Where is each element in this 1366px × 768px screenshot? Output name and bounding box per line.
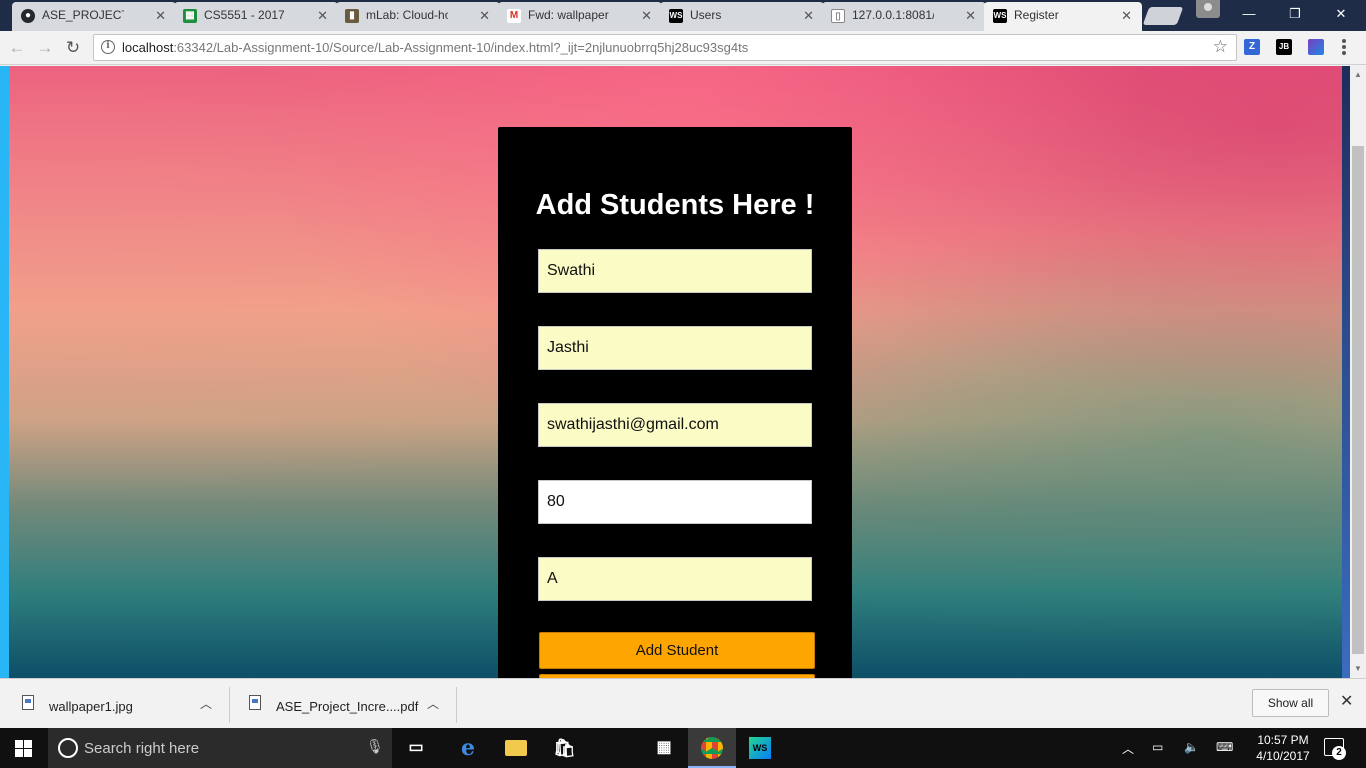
tab-strip: ● ASE_PROJECT/Incre ✕ ▦ CS5551 - 2017 Sp… bbox=[0, 0, 1366, 31]
search-placeholder: Search right here bbox=[84, 740, 200, 757]
tab-title: Fwd: wallpaper - sv bbox=[528, 8, 610, 22]
scroll-up-icon[interactable]: ▲ bbox=[1354, 70, 1362, 79]
close-icon[interactable]: ✕ bbox=[1340, 691, 1353, 711]
tab-gmail[interactable]: M Fwd: wallpaper - sv ✕ bbox=[498, 2, 662, 31]
url-text: localhost:63342/Lab-Assignment-10/Source… bbox=[122, 40, 749, 55]
info-icon[interactable]: i bbox=[101, 40, 115, 54]
last-name-input[interactable]: Jasthi bbox=[538, 326, 812, 370]
notification-count-badge: 2 bbox=[1332, 746, 1346, 760]
clock-time: 10:57 PM bbox=[1257, 733, 1309, 747]
extension-icon[interactable] bbox=[1308, 39, 1324, 55]
chrome-icon[interactable] bbox=[688, 728, 736, 768]
email-input[interactable]: swathijasthi@gmail.com bbox=[538, 403, 812, 447]
tab-title: CS5551 - 2017 Spr bbox=[204, 8, 286, 22]
edge-icon[interactable]: e bbox=[444, 728, 492, 768]
windows-start-icon[interactable] bbox=[15, 740, 32, 757]
back-icon[interactable]: ← bbox=[6, 37, 28, 59]
chevron-up-icon[interactable]: ︿ bbox=[200, 695, 212, 712]
task-view-icon[interactable]: ▭ bbox=[392, 728, 440, 768]
tab-users[interactable]: WS Users ✕ bbox=[660, 2, 824, 31]
close-icon[interactable]: ✕ bbox=[1121, 2, 1132, 29]
webstorm-icon: WS bbox=[669, 9, 683, 23]
grade-input[interactable]: A bbox=[538, 557, 812, 601]
background-edge bbox=[1342, 66, 1350, 678]
page-viewport: Add Students Here ! Swathi Jasthi swathi… bbox=[0, 66, 1350, 678]
bookmark-star-icon[interactable]: ☆ bbox=[1213, 37, 1228, 57]
close-icon[interactable]: ✕ bbox=[803, 2, 814, 29]
volume-icon[interactable]: 🔈 bbox=[1184, 740, 1199, 754]
close-icon[interactable]: ✕ bbox=[317, 2, 328, 29]
add-student-form: Add Students Here ! Swathi Jasthi swathi… bbox=[498, 127, 852, 678]
taskbar-search-box[interactable]: Search right here 🎙 bbox=[48, 728, 392, 768]
restore-icon[interactable]: ❐ bbox=[1272, 0, 1318, 29]
add-student-button[interactable]: Add Student bbox=[539, 632, 815, 669]
tab-sheets[interactable]: ▦ CS5551 - 2017 Spr ✕ bbox=[174, 2, 338, 31]
cortana-icon bbox=[58, 738, 78, 758]
chevron-up-icon[interactable]: ︿ bbox=[1122, 740, 1134, 757]
download-filename: ASE_Project_Incre....pdf bbox=[276, 699, 419, 714]
close-icon[interactable]: ✕ bbox=[155, 2, 166, 29]
tab-register[interactable]: WS Register ✕ bbox=[984, 2, 1142, 31]
form-title: Add Students Here ! bbox=[535, 189, 815, 221]
close-icon[interactable]: ✕ bbox=[479, 2, 490, 29]
page-icon: ▯ bbox=[831, 9, 845, 23]
jetbrains-extension-icon[interactable]: JB bbox=[1276, 39, 1292, 55]
download-filename: wallpaper1.jpg bbox=[49, 699, 133, 714]
gmail-icon: M bbox=[507, 9, 521, 23]
chevron-up-icon[interactable]: ︿ bbox=[427, 695, 439, 712]
sheets-icon: ▦ bbox=[183, 9, 197, 23]
pdf-file-icon bbox=[249, 695, 261, 710]
show-all-button[interactable]: Show all bbox=[1252, 689, 1329, 717]
file-explorer-icon[interactable] bbox=[492, 728, 540, 768]
minimize-icon[interactable]: — bbox=[1226, 0, 1272, 29]
windows-taskbar: Search right here 🎙 ▭ e 🛍 ▦ WS ︿ ▭ 🔈 ⌨ 1… bbox=[0, 728, 1366, 768]
clock-date: 4/10/2017 bbox=[1256, 749, 1310, 763]
download-item[interactable]: ASE_Project_Incre....pdf ︿ bbox=[249, 687, 457, 723]
scroll-down-icon[interactable]: ▼ bbox=[1354, 664, 1362, 673]
tab-title: mLab: Cloud-hoste bbox=[366, 8, 448, 22]
browser-toolbar: ← → ↻ i localhost:63342/Lab-Assignment-1… bbox=[0, 31, 1366, 65]
close-icon[interactable]: ✕ bbox=[641, 2, 652, 29]
first-name-input[interactable]: Swathi bbox=[538, 249, 812, 293]
address-bar[interactable]: i localhost:63342/Lab-Assignment-10/Sour… bbox=[93, 34, 1237, 61]
marks-input[interactable]: 80 bbox=[538, 480, 812, 524]
download-item[interactable]: wallpaper1.jpg ︿ bbox=[22, 687, 230, 723]
reload-icon[interactable]: ↻ bbox=[62, 37, 84, 59]
new-tab-button[interactable] bbox=[1142, 7, 1184, 25]
menu-icon[interactable] bbox=[1342, 39, 1346, 57]
store-icon[interactable]: 🛍 bbox=[540, 728, 588, 768]
tab-github[interactable]: ● ASE_PROJECT/Incre ✕ bbox=[12, 2, 176, 31]
power-icon[interactable]: ▭ bbox=[1152, 740, 1163, 754]
github-icon: ● bbox=[21, 9, 35, 23]
keyboard-icon[interactable]: ⌨ bbox=[1216, 740, 1233, 754]
tab-title: Users bbox=[690, 8, 722, 22]
tab-title: Register bbox=[1014, 8, 1059, 22]
forward-icon[interactable]: → bbox=[34, 37, 56, 59]
tab-title: ASE_PROJECT/Incre bbox=[42, 8, 124, 22]
profile-icon[interactable] bbox=[1196, 0, 1220, 18]
mlab-icon: ▮ bbox=[345, 9, 359, 23]
scrollbar-thumb[interactable] bbox=[1352, 146, 1364, 654]
tab-localhost-delete[interactable]: ▯ 127.0.0.1:8081/dele ✕ bbox=[822, 2, 986, 31]
tab-mlab[interactable]: ▮ mLab: Cloud-hoste ✕ bbox=[336, 2, 500, 31]
download-shelf: wallpaper1.jpg ︿ ASE_Project_Incre....pd… bbox=[0, 678, 1366, 728]
image-file-icon bbox=[22, 695, 34, 710]
system-clock[interactable]: 10:57 PM 4/10/2017 bbox=[1252, 732, 1314, 764]
microphone-icon[interactable]: 🎙 bbox=[366, 738, 384, 755]
webstorm-icon[interactable]: WS bbox=[736, 728, 784, 768]
tab-title: 127.0.0.1:8081/dele bbox=[852, 8, 934, 22]
calculator-icon[interactable]: ▦ bbox=[640, 728, 688, 768]
page-scrollbar[interactable]: ▲ ▼ bbox=[1350, 66, 1366, 678]
close-icon[interactable]: ✕ bbox=[965, 2, 976, 29]
close-window-icon[interactable]: ✕ bbox=[1318, 0, 1364, 29]
webstorm-icon: WS bbox=[993, 9, 1007, 23]
zotero-extension-icon[interactable]: Z bbox=[1244, 39, 1260, 55]
